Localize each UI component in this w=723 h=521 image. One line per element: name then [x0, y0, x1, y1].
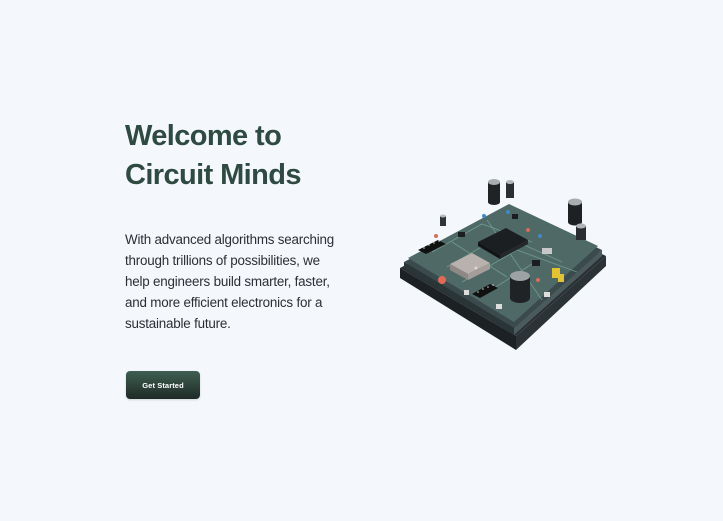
hero-description-line: through trillions of possibilities, we: [125, 253, 320, 268]
circuit-board-icon: [400, 179, 606, 350]
hero-description-line: sustainable future.: [125, 316, 231, 331]
hero-description: With advanced algorithms searching throu…: [125, 229, 355, 334]
page-title: Welcome to Circuit Minds: [125, 117, 385, 195]
page-title-line-2: Circuit Minds: [125, 159, 301, 191]
hero-description-line: help engineers build smarter, faster,: [125, 274, 330, 289]
hero-description-line: With advanced algorithms searching: [125, 232, 335, 247]
get-started-button[interactable]: Get Started: [126, 371, 200, 399]
hero-description-line: and more efficient electronics for a: [125, 295, 323, 310]
circuit-board-illustration: [392, 172, 622, 357]
page-title-line-1: Welcome to: [125, 120, 282, 152]
hero-section: Welcome to Circuit Minds With advanced a…: [0, 0, 723, 521]
